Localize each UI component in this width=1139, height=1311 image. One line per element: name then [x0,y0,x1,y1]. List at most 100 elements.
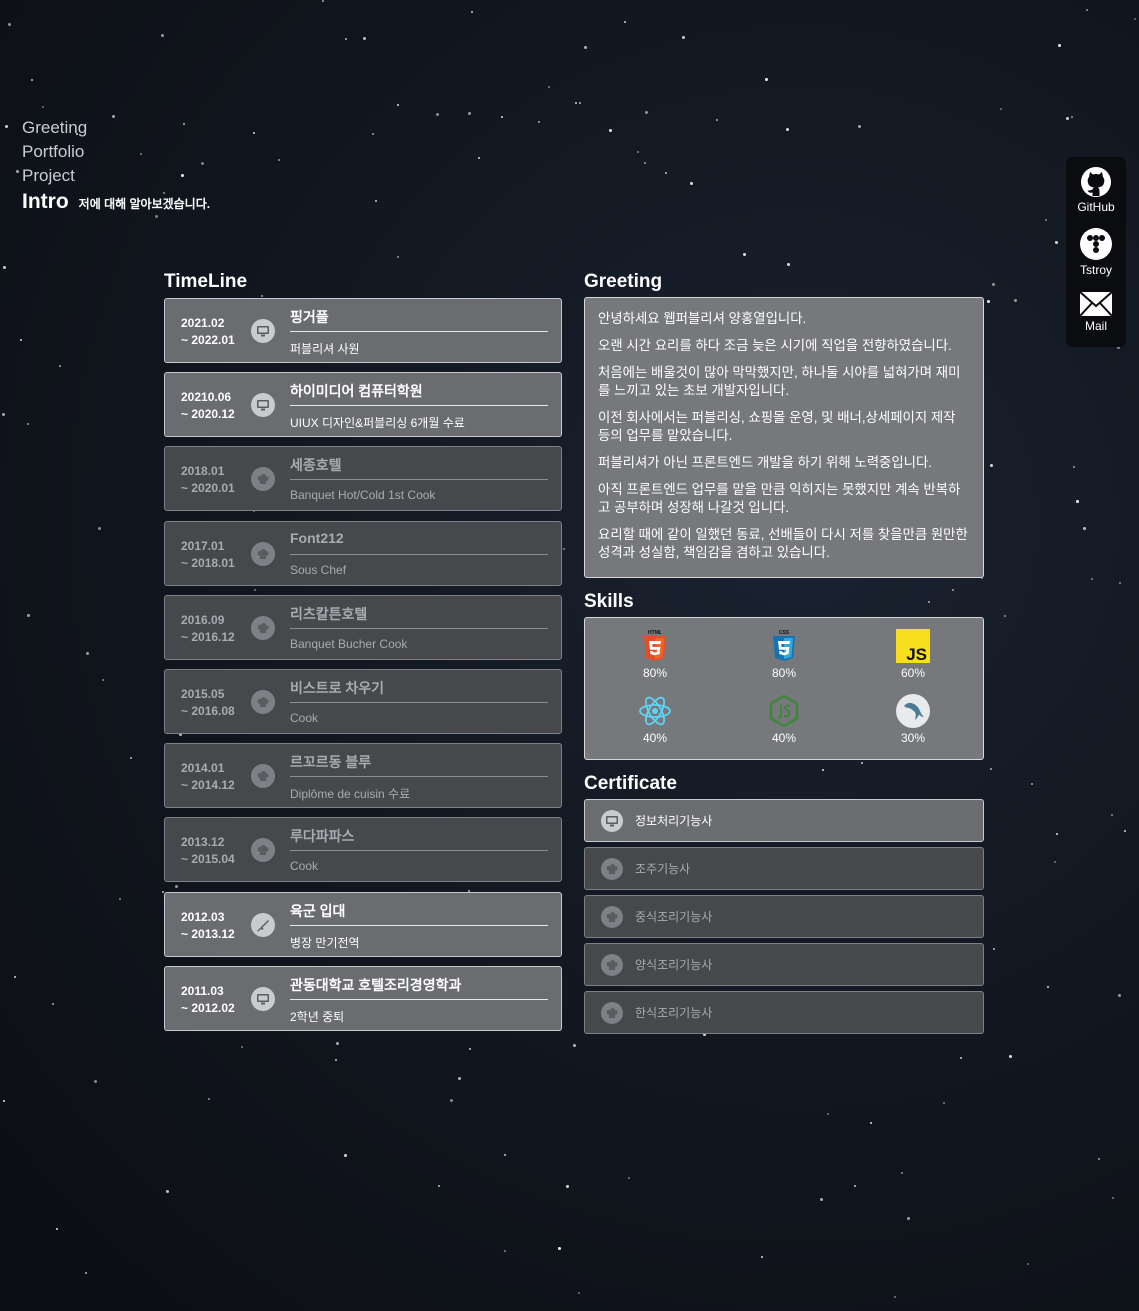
star [716,119,718,121]
tistory-link[interactable]: Tstroy [1066,227,1126,277]
tistory-label: Tstroy [1079,263,1112,277]
mail-link[interactable]: Mail [1066,291,1126,333]
skill-percent: 80% [642,666,668,680]
certificate-label: 한식조리기능사 [635,1006,713,1020]
star [335,1059,337,1061]
chef-hat-icon [251,764,275,789]
timeline-item: 2014.01 ~ 2014.12 르꼬르동 블루 Diplôme de cuisin… [164,743,562,809]
timeline-date: 2011.03 ~ 2012.02 [181,983,235,1017]
computer-icon [601,810,623,832]
chef-hat-icon [601,954,623,976]
chef-hat-icon [601,906,623,928]
star [787,263,790,266]
star [161,34,164,37]
timeline-subtitle: Diplôme de cuisin 수료 [290,787,411,802]
mail-label: Mail [1084,319,1107,333]
star [858,125,861,128]
star [1086,9,1088,11]
timeline-date-start: 2011.03 [181,983,224,998]
star [575,102,577,104]
star [987,300,990,303]
nav-item-project[interactable]: Project [22,164,210,188]
react-logo [639,696,671,726]
timeline-subtitle: Banquet Hot/Cold 1st Cook [290,488,436,503]
star [990,768,992,770]
timeline-date: 20210.06 ~ 2020.12 [181,389,235,423]
timeline-date-start: 2017.01 [181,538,225,553]
timeline-date-end: ~ 2015.04 [181,852,235,867]
star [2,413,5,416]
nav-item-portfolio[interactable]: Portfolio [22,140,210,164]
star [579,102,581,104]
star [1055,241,1058,244]
star [436,113,439,116]
star [85,1272,87,1274]
greeting-paragraph: 퍼블리셔가 아닌 프론트엔드 개발을 하기 위해 노력중입니다. [598,455,933,470]
timeline-subtitle: 퍼블리셔 사원 [290,342,360,356]
star [14,976,16,978]
certificate-label: 양식조리기능사 [635,958,713,972]
timeline-date: 2012.03 ~ 2013.12 [181,909,235,943]
nav-active-description: 저에 대해 알아보겠습니다. [78,197,211,211]
timeline-heading: TimeLine [164,271,248,292]
star [27,614,30,617]
greeting-heading: Greeting [584,271,663,292]
star [609,129,612,132]
star [363,37,366,40]
javascript-logo: JS [896,629,930,663]
css3-logo-text: CSS [779,630,790,636]
star [52,1003,54,1005]
star [1031,783,1033,785]
timeline-date-end: ~ 2014.12 [181,778,235,793]
timeline-date: 2016.09 ~ 2016.12 [181,612,235,646]
timeline-divider [290,776,548,778]
star [765,78,768,81]
timeline-title: 르꼬르동 블루 [290,754,372,771]
timeline-item: 2021.02 ~ 2022.01 핑거플 퍼블리셔 사원 [164,298,562,363]
star [458,1077,461,1080]
timeline-date: 2014.01 ~ 2014.12 [181,760,235,794]
star [1027,1263,1029,1265]
star [786,128,789,131]
github-link[interactable]: GitHub [1066,166,1126,214]
timeline-divider [290,627,548,629]
computer-icon [251,393,275,418]
star [5,125,8,128]
timeline-title: 세종호텔 [290,457,342,474]
social-links: GitHub Tstroy Mail [1066,157,1126,347]
star [86,652,89,655]
timeline-item: 2018.01 ~ 2020.01 세종호텔 Banquet Hot/Cold 1st… [164,446,562,512]
chef-hat-icon [251,541,275,566]
star [907,1217,910,1220]
star [573,1044,576,1047]
star [578,1292,580,1294]
star [1083,527,1086,530]
skill-html5: HTML 80% [615,629,695,680]
timeline-date-start: 2013.12 [181,835,225,850]
certificate-heading: Certificate [584,773,677,794]
star [1058,44,1061,47]
star [208,1098,210,1100]
timeline-date-start: 2014.01 [181,761,225,776]
timeline-date-start: 2018.01 [181,464,225,479]
star [253,132,255,134]
timeline-divider [290,405,548,407]
star [175,885,178,888]
star [1112,1197,1114,1199]
star [1054,861,1056,863]
certificate-item: 양식조리기능사 [584,943,984,986]
star [1000,108,1002,110]
star [761,1256,763,1258]
timeline-divider [290,553,548,555]
star [682,36,685,39]
timeline-date: 2018.01 ~ 2020.01 [181,463,235,497]
nav-item-greeting[interactable]: Greeting [22,116,210,140]
nav-item-intro[interactable]: Intro 저에 대해 알아보겠습니다. [22,190,210,214]
certificate-item: 조주기능사 [584,847,984,890]
timeline-date: 2021.02 ~ 2022.01 [181,315,235,349]
timeline-date-start: 2021.02 [181,316,225,330]
timeline-divider [290,924,548,926]
timeline-subtitle: Banquet Bucher Cook [290,636,408,651]
mysql-logo [896,694,930,728]
skills-heading: Skills [584,591,634,612]
